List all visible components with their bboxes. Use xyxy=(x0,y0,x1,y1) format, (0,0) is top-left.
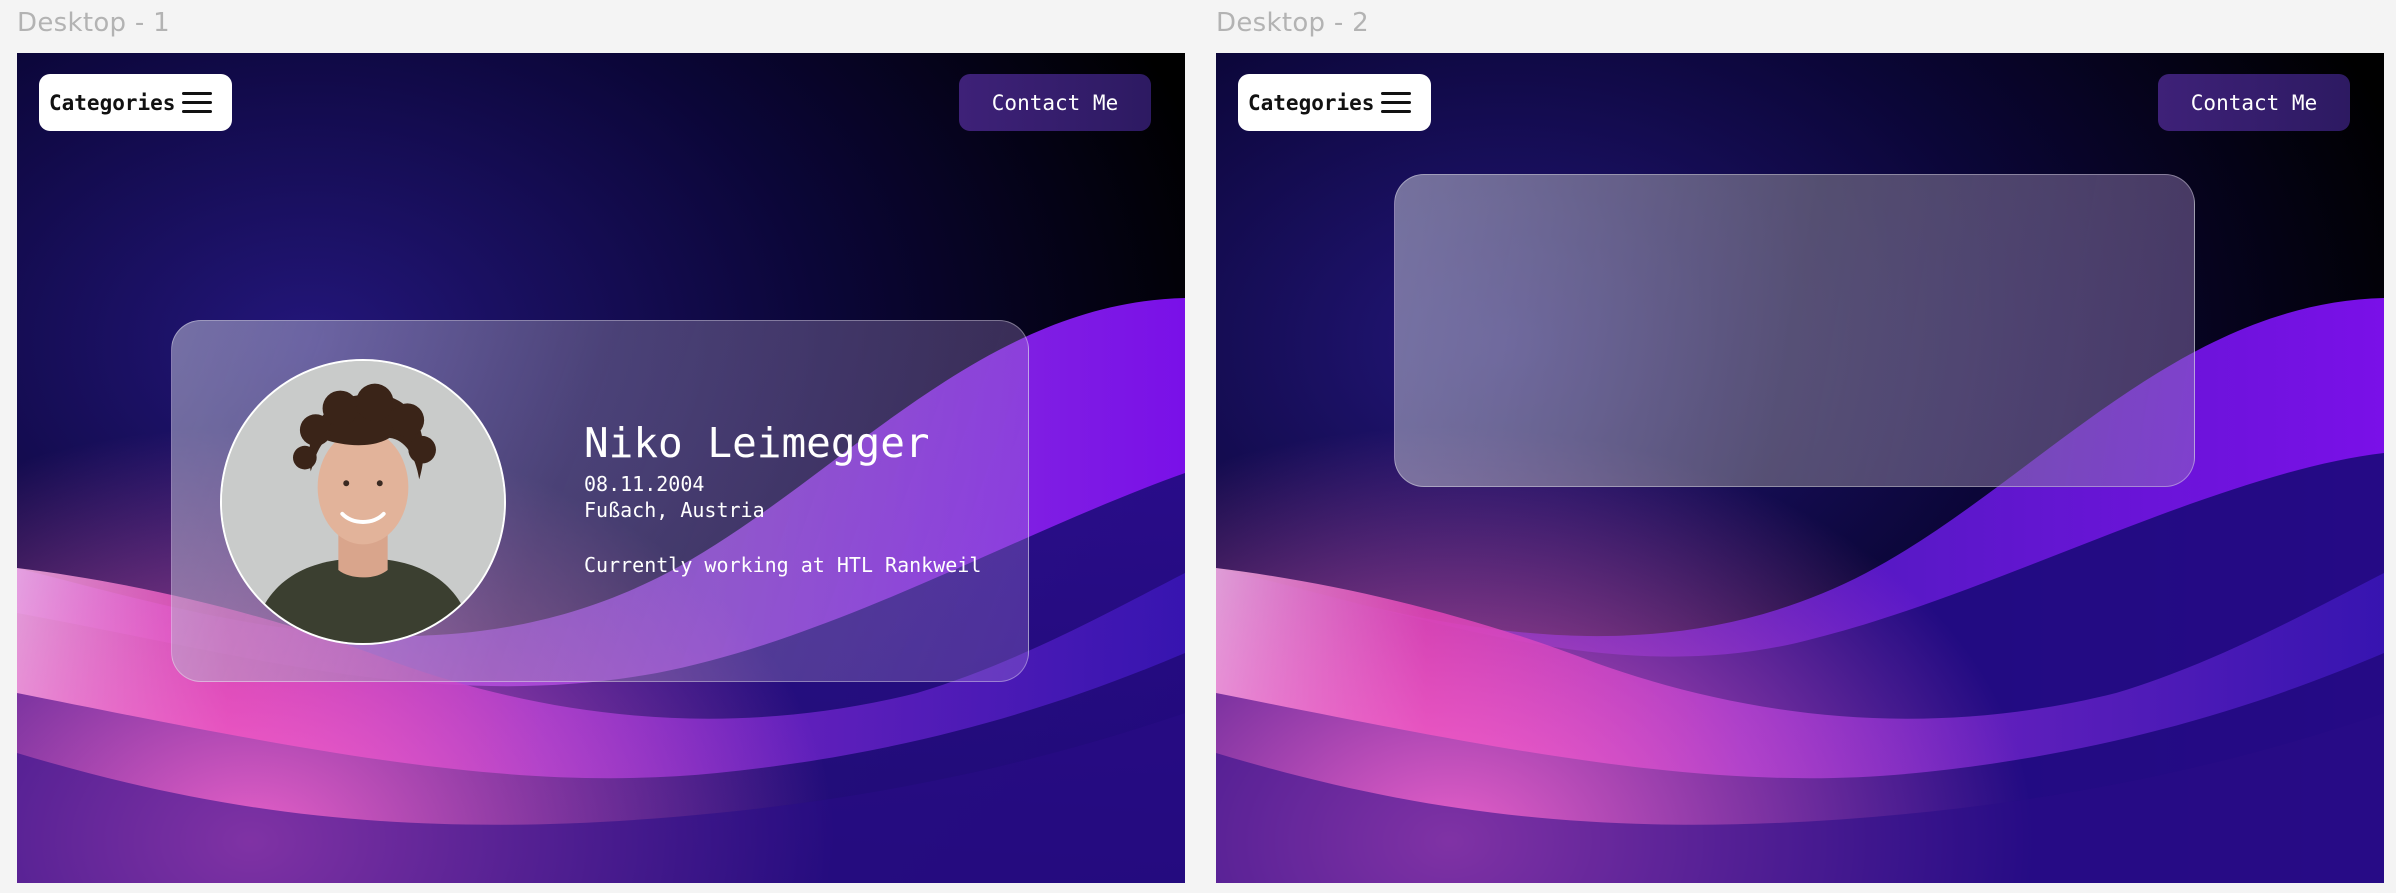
contact-me-label: Contact Me xyxy=(2190,90,2318,115)
contact-me-label: Contact Me xyxy=(991,90,1119,115)
desktop-frame-1: Categories Contact Me Niko Leimegger 08.… xyxy=(17,53,1185,883)
categories-button[interactable]: Categories xyxy=(39,74,232,131)
profile-work: Currently working at HTL Rankweil xyxy=(584,553,982,577)
profile-name: Niko Leimegger xyxy=(584,419,930,467)
contact-me-button[interactable]: Contact Me xyxy=(959,74,1151,131)
categories-label: Categories xyxy=(49,90,176,115)
profile-card: Niko Leimegger 08.11.2004 Fußach, Austri… xyxy=(171,320,1029,682)
hamburger-icon[interactable] xyxy=(182,92,212,114)
frame-label: Desktop - 2 xyxy=(1216,8,1369,38)
profile-photo xyxy=(222,361,504,643)
hamburger-icon[interactable] xyxy=(1381,92,1411,114)
profile-location: Fußach, Austria xyxy=(584,498,765,522)
desktop-frame-2: Categories Contact Me xyxy=(1216,53,2384,883)
categories-button[interactable]: Categories xyxy=(1238,74,1431,131)
categories-label: Categories xyxy=(1248,90,1375,115)
frame-label: Desktop - 1 xyxy=(17,8,170,38)
glass-card xyxy=(1394,174,2195,487)
contact-me-button[interactable]: Contact Me xyxy=(2158,74,2350,131)
profile-birth-date: 08.11.2004 xyxy=(584,472,705,496)
avatar xyxy=(220,359,506,645)
